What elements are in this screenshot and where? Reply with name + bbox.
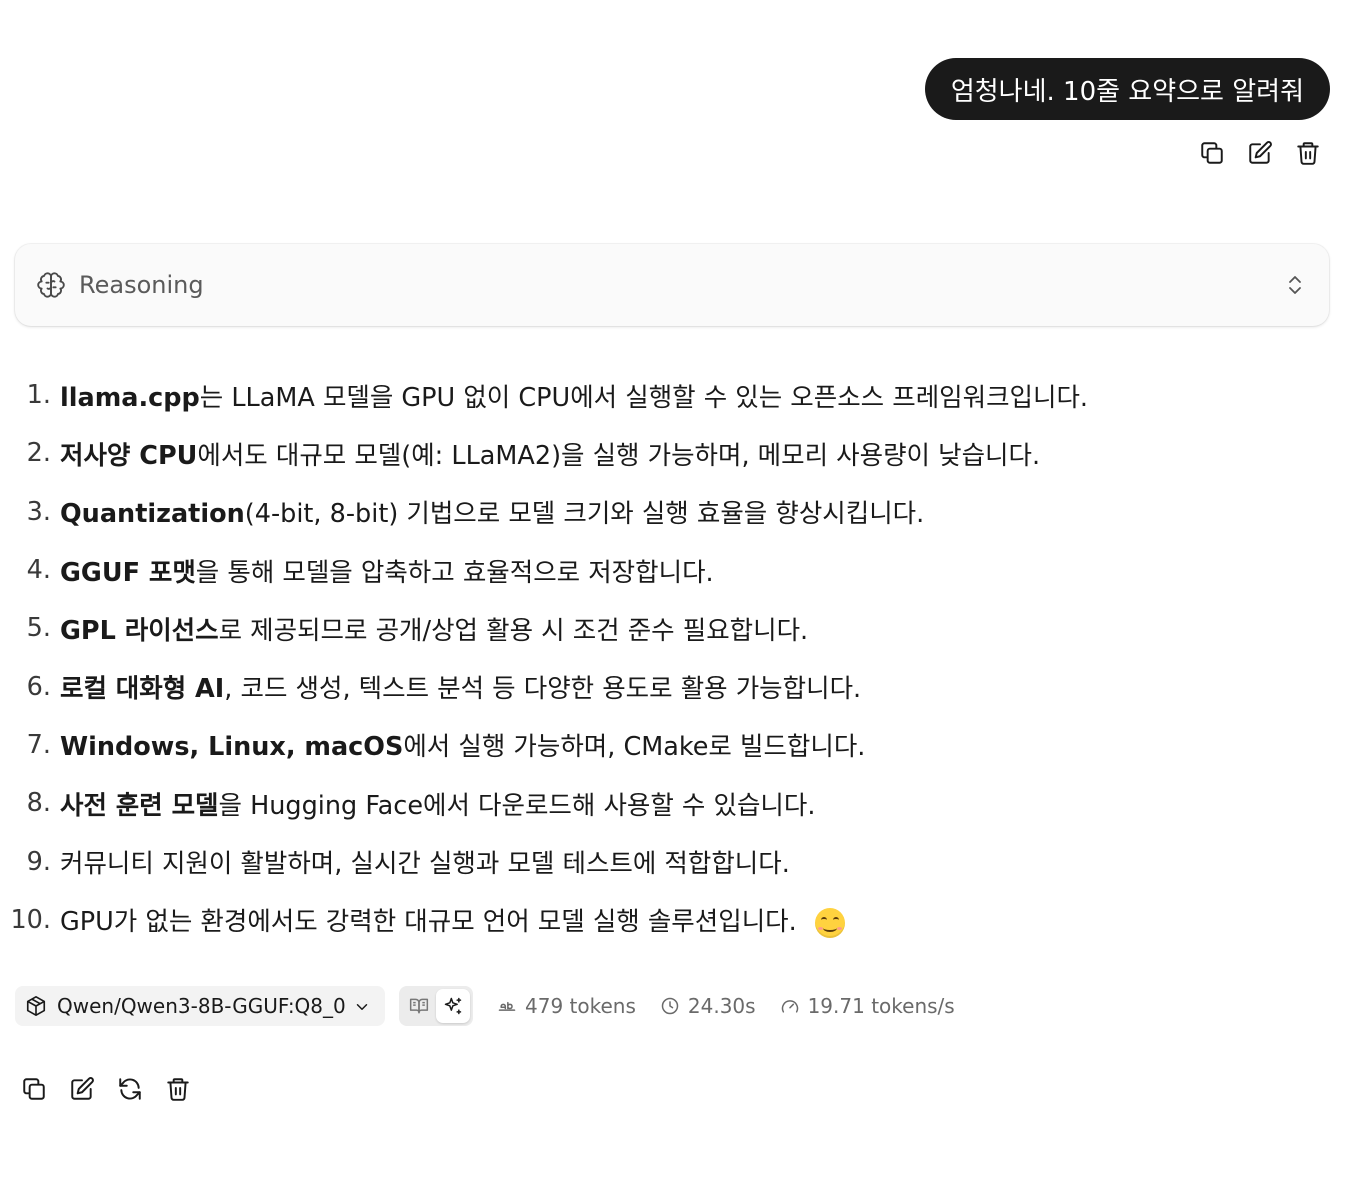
- list-number: 3.: [26, 496, 51, 527]
- list-item-text: (4-bit, 8-bit) 기법으로 모델 크기와 실행 효율을 향상시킵니다…: [244, 499, 925, 530]
- generation-time-text: 24.30s: [687, 994, 756, 1018]
- generation-speed: 19.71 tokens/s: [780, 994, 955, 1018]
- list-item-bold: 로컬 대화형 AI: [60, 674, 225, 705]
- model-name: Qwen/Qwen3-8B-GGUF:Q8_0: [57, 994, 346, 1018]
- model-selector[interactable]: Qwen/Qwen3-8B-GGUF:Q8_0: [15, 986, 385, 1026]
- list-number: 7.: [26, 729, 51, 760]
- list-item: 10. GPU가 없는 환경에서도 강력한 대규모 언어 모델 실행 솔루션입니다…: [0, 891, 1330, 949]
- list-item-text: 에서 실행 가능하며, CMake로 빌드합니다.: [403, 732, 866, 763]
- list-number: 10.: [10, 904, 51, 935]
- list-number: 8.: [26, 788, 51, 819]
- trash-icon[interactable]: [164, 1074, 192, 1104]
- list-number: 2.: [26, 438, 51, 469]
- list-item-bold: GGUF 포맷: [60, 557, 196, 588]
- list-item-text: GPU가 없는 환경에서도 강력한 대규모 언어 모델 실행 솔루션입니다.: [60, 907, 805, 938]
- list-item-text: , 코드 생성, 텍스트 분석 등 다양한 용도로 활용 가능합니다.: [224, 674, 862, 705]
- assistant-message-actions: [20, 1074, 192, 1104]
- list-number: 1.: [26, 380, 51, 411]
- list-item-bold: Quantization: [60, 499, 245, 530]
- clock-icon: [661, 997, 679, 1015]
- list-number: 9.: [26, 846, 51, 877]
- token-icon: [498, 1001, 516, 1011]
- package-icon: [25, 995, 47, 1017]
- list-item: 3. Quantization(4-bit, 8-bit) 기법으로 모델 크기와…: [0, 483, 1330, 541]
- list-item-bold: GPL 라이선스: [60, 615, 219, 646]
- list-item-bold: llama.cpp: [60, 382, 200, 413]
- edit-icon[interactable]: [1246, 138, 1274, 168]
- list-number: 5.: [26, 613, 51, 644]
- list-item-text: 에서도 대규모 모델(예: LLaMA2)을 실행 가능하며, 메모리 사용량이…: [197, 440, 1041, 471]
- list-item-bold: 저사양 CPU: [60, 440, 198, 471]
- sparkles-icon[interactable]: [436, 989, 470, 1023]
- list-number: 6.: [26, 671, 51, 702]
- list-item: 8. 사전 훈련 모델을 Hugging Face에서 다운로드해 사용할 수 있…: [0, 774, 1330, 832]
- list-item-bold: 사전 훈련 모델: [60, 790, 219, 821]
- list-item-text: 로 제공되므로 공개/상업 활용 시 조건 준수 필요합니다.: [218, 615, 809, 646]
- token-count: 479 tokens: [497, 994, 636, 1018]
- list-item: 6. 로컬 대화형 AI, 코드 생성, 텍스트 분석 등 다양한 용도로 활용 …: [0, 657, 1330, 715]
- chevron-down-icon: [353, 997, 371, 1015]
- token-count-text: 479 tokens: [525, 994, 636, 1018]
- list-item: 9. 커뮤니티 지원이 활발하며, 실시간 실행과 모델 테스트에 적합합니다.: [0, 832, 1330, 890]
- message-meta-row: Qwen/Qwen3-8B-GGUF:Q8_0 479 tokens 24.30…: [15, 986, 955, 1026]
- smiling-face-emoji: [814, 908, 845, 939]
- list-item-text: 을 통해 모델을 압축하고 효율적으로 저장합니다.: [195, 557, 714, 588]
- regenerate-icon[interactable]: [116, 1074, 144, 1104]
- generation-speed-text: 19.71 tokens/s: [807, 994, 955, 1018]
- user-message-bubble: 엄청나네. 10줄 요약으로 알려줘: [924, 58, 1330, 120]
- trash-icon[interactable]: [1294, 138, 1322, 168]
- brain-icon: [37, 271, 65, 299]
- list-item: 7. Windows, Linux, macOS에서 실행 가능하며, CMake…: [0, 716, 1330, 774]
- list-item-text: 을 Hugging Face에서 다운로드해 사용할 수 있습니다.: [218, 790, 816, 821]
- copy-icon[interactable]: [20, 1074, 48, 1104]
- list-item: 5. GPL 라이선스로 제공되므로 공개/상업 활용 시 조건 준수 필요합니다…: [0, 599, 1330, 657]
- gauge-icon: [781, 1000, 798, 1013]
- user-message-text: 엄청나네. 10줄 요약으로 알려줘: [950, 76, 1304, 107]
- reasoning-toggle[interactable]: Reasoning: [15, 244, 1329, 326]
- list-item-text: 커뮤니티 지원이 활발하며, 실시간 실행과 모델 테스트에 적합합니다.: [60, 849, 790, 880]
- generation-time: 24.30s: [660, 994, 756, 1018]
- list-item-text: 는 LLaMA 모델을 GPU 없이 CPU에서 실행할 수 있는 오픈소스 프…: [199, 382, 1089, 413]
- book-open-icon[interactable]: [402, 989, 436, 1023]
- list-item: 4. GGUF 포맷을 통해 모델을 압축하고 효율적으로 저장합니다.: [0, 541, 1330, 599]
- copy-icon[interactable]: [1198, 138, 1226, 168]
- chevrons-up-down-icon[interactable]: [1283, 273, 1307, 297]
- reasoning-label: Reasoning: [79, 271, 204, 299]
- list-item: 1. llama.cpp는 LLaMA 모델을 GPU 없이 CPU에서 실행할 …: [0, 366, 1330, 424]
- list-item: 2. 저사양 CPU에서도 대규모 모델(예: LLaMA2)을 실행 가능하며,…: [0, 424, 1330, 482]
- view-mode-toggle: [399, 986, 473, 1026]
- user-message-actions: [1198, 138, 1322, 168]
- edit-icon[interactable]: [68, 1074, 96, 1104]
- list-number: 4.: [26, 555, 51, 586]
- assistant-summary-list: 1. llama.cpp는 LLaMA 모델을 GPU 없이 CPU에서 실행할 …: [0, 366, 1330, 949]
- list-item-bold: Windows, Linux, macOS: [60, 732, 404, 763]
